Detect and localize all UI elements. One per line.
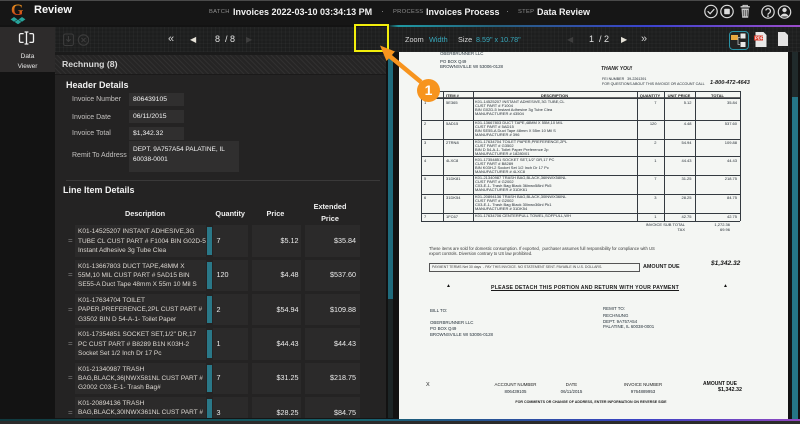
svg-text:G: G bbox=[11, 2, 24, 19]
svg-text:PDF: PDF bbox=[755, 36, 764, 41]
